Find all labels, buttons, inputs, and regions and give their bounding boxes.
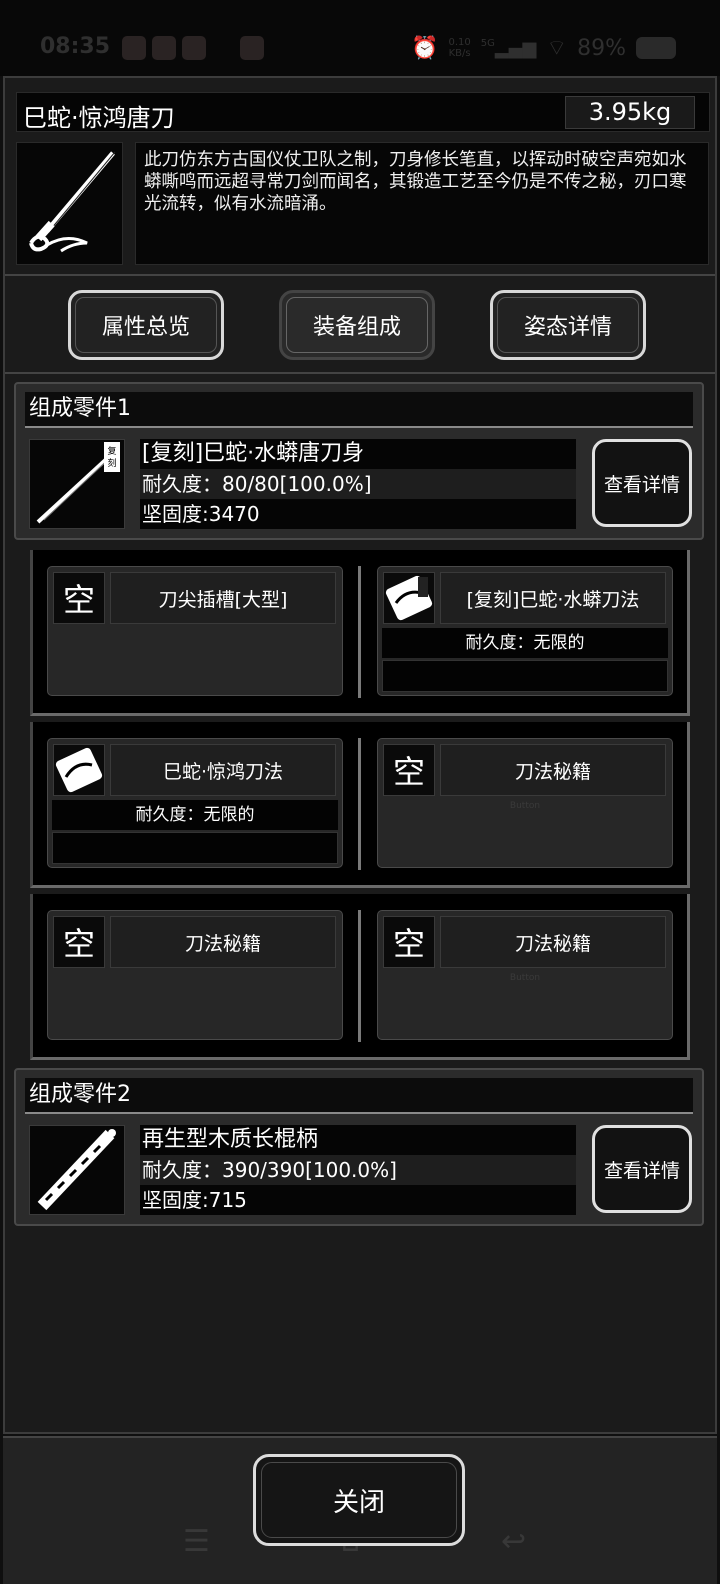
component-part-2: 组成零件2 再生型木质长棍柄 耐久度：390/390[100.0%] 坚固度:7… <box>14 1068 704 1226</box>
slot-divider <box>358 738 361 870</box>
slot-technique[interactable]: 巳蛇·惊鸿刀法 耐久度：无限的 <box>47 738 343 868</box>
slot-name: 巳蛇·惊鸿刀法 <box>110 744 336 796</box>
slot-name: [复刻]巳蛇·水蟒刀法 <box>440 572 666 624</box>
slot-divider <box>358 566 361 698</box>
part-durability: 耐久度：80/80[100.0%] <box>140 469 576 499</box>
close-button[interactable]: 关闭 <box>253 1454 465 1546</box>
notification-icons <box>122 36 264 60</box>
status-indicators: ⏰ 0.10 KB/s 5G▂▄▆ ⌔ 89% <box>411 34 676 62</box>
component-part-1: 组成零件1 复 刻 [复刻]巳蛇·水蟒唐刀身 耐久度：80/80[100.0%]… <box>14 382 704 540</box>
view-details-button[interactable]: 查看详情 <box>592 439 692 527</box>
net-speed-unit: KB/s <box>448 48 471 59</box>
slot-technique[interactable]: [复刻]巳蛇·水蟒刀法 耐久度：无限的 <box>377 566 673 696</box>
technique-scroll-icon <box>383 572 435 624</box>
divider <box>5 372 715 374</box>
tab-stance-details[interactable]: 姿态详情 <box>490 290 646 360</box>
slot-row-3: 空 刀法秘籍 空 刀法秘籍 Button <box>30 894 690 1060</box>
close-label: 关闭 <box>332 1487 385 1518</box>
part-name: [复刻]巳蛇·水蟒唐刀身 <box>140 439 576 469</box>
battery-percent: 89% <box>577 35 626 61</box>
empty-slot-icon: 空 <box>53 572 105 624</box>
slot-name: 刀法秘籍 <box>440 916 666 968</box>
slot-name: 刀尖插槽[大型] <box>110 572 336 624</box>
empty-slot-icon: 空 <box>383 744 435 796</box>
part-durability: 耐久度：390/390[100.0%] <box>140 1155 576 1185</box>
app-notification-icon <box>122 36 146 60</box>
menu-nav-icon: ☰ <box>183 1524 210 1559</box>
alarm-icon: ⏰ <box>411 35 439 61</box>
staff-handle-icon <box>29 1125 125 1215</box>
slot-durability: 耐久度：无限的 <box>52 800 338 830</box>
view-details-button[interactable]: 查看详情 <box>592 1125 692 1213</box>
item-title-bar: 巳蛇·惊鸿唐刀 3.95kg <box>16 92 710 132</box>
technique-scroll-icon <box>53 744 105 796</box>
signal-label: 5G <box>480 37 495 49</box>
empty-slot-icon: 空 <box>53 916 105 968</box>
slot-row-1: 空 刀尖插槽[大型] [复刻]巳蛇·水蟒刀法 耐久度：无限的 <box>30 550 690 716</box>
battery-icon <box>636 37 676 59</box>
slot-extra-bar <box>382 660 668 692</box>
bottom-bar: ☰ ⌂ ↩ 关闭 <box>3 1436 717 1584</box>
slot-technique-manual[interactable]: 空 刀法秘籍 Button <box>377 910 673 1040</box>
slot-durability: 耐久度：无限的 <box>382 628 668 658</box>
part-hardness: 坚固度:715 <box>140 1185 576 1215</box>
net-speed-value: 0.10 <box>448 37 471 48</box>
item-name: 巳蛇·惊鸿唐刀 <box>23 104 175 132</box>
ghost-button-text: Button <box>509 973 541 983</box>
weapon-icon <box>16 142 123 265</box>
part-info: 再生型木质长棍柄 耐久度：390/390[100.0%] 坚固度:715 <box>140 1125 576 1217</box>
part-hardness: 坚固度:3470 <box>140 499 576 529</box>
item-detail-panel: 巳蛇·惊鸿唐刀 3.95kg 此刀仿东方古国仪仗卫队之制，刀身修长笔直，以挥动时… <box>3 76 717 1434</box>
tab-label: 属性总览 <box>101 315 190 340</box>
item-description: 此刀仿东方古国仪仗卫队之制，刀身修长笔直，以挥动时破空声宛如水蟒嘶鸣而远超寻常刀… <box>135 142 709 265</box>
app-notification-icon <box>182 36 206 60</box>
app-notification-icon <box>240 36 264 60</box>
item-weight: 3.95kg <box>565 96 695 129</box>
slot-blade-tip[interactable]: 空 刀尖插槽[大型] <box>47 566 343 696</box>
ghost-button-text: Button <box>509 801 541 811</box>
back-nav-icon: ↩ <box>501 1524 527 1559</box>
replica-badge-text-1: 复 <box>107 445 116 457</box>
part-name: 再生型木质长棍柄 <box>140 1125 576 1155</box>
tab-bar: 属性总览 装备组成 姿态详情 <box>5 278 715 374</box>
tab-label: 装备组成 <box>312 315 401 340</box>
part-header: 组成零件2 <box>25 1078 693 1114</box>
signal-icon: 5G▂▄▆ <box>480 37 537 59</box>
tab-attribute-overview[interactable]: 属性总览 <box>68 290 224 360</box>
blade-icon: 复 刻 <box>29 439 125 529</box>
slot-technique-manual[interactable]: 空 刀法秘籍 Button <box>377 738 673 868</box>
slot-divider <box>358 910 361 1042</box>
slot-row-2: 巳蛇·惊鸿刀法 耐久度：无限的 空 刀法秘籍 Button <box>30 722 690 888</box>
status-time: 08:35 <box>40 34 111 59</box>
slot-extra-bar <box>52 832 338 864</box>
replica-badge-text-2: 刻 <box>107 457 116 469</box>
part-header: 组成零件1 <box>25 392 693 428</box>
slot-technique-manual[interactable]: 空 刀法秘籍 <box>47 910 343 1040</box>
tab-equipment-composition[interactable]: 装备组成 <box>279 290 435 360</box>
net-speed: 0.10 KB/s <box>448 37 470 59</box>
tab-label: 姿态详情 <box>523 315 612 340</box>
slot-name: 刀法秘籍 <box>440 744 666 796</box>
part-info: [复刻]巳蛇·水蟒唐刀身 耐久度：80/80[100.0%] 坚固度:3470 <box>140 439 576 531</box>
wifi-icon: ⌔ <box>546 36 568 61</box>
divider <box>5 274 715 276</box>
status-bar: 08:35 ⏰ 0.10 KB/s 5G▂▄▆ ⌔ 89% <box>0 0 720 76</box>
empty-slot-icon: 空 <box>383 916 435 968</box>
slot-name: 刀法秘籍 <box>110 916 336 968</box>
item-header: 巳蛇·惊鸿唐刀 3.95kg 此刀仿东方古国仪仗卫队之制，刀身修长笔直，以挥动时… <box>13 88 710 270</box>
app-notification-icon <box>152 36 176 60</box>
